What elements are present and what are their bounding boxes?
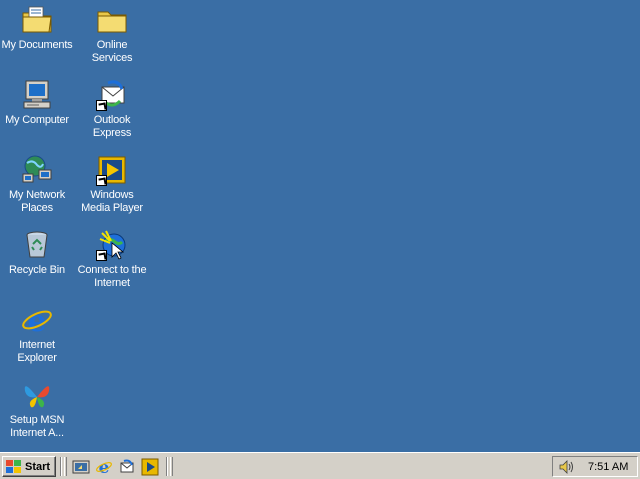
- desktop-icon-connect-internet[interactable]: Connect to the Internet: [75, 227, 149, 297]
- desktop-icon-internet-explorer[interactable]: e Internet Explorer: [0, 302, 74, 372]
- desktop-icon-label: My Computer: [5, 114, 69, 126]
- desktop-icon-my-network-places[interactable]: My Network Places: [0, 152, 74, 222]
- recycle-bin-icon: [21, 229, 53, 261]
- msn-butterfly-icon: [21, 379, 53, 411]
- desktop-icon-label: Outlook Express: [92, 114, 132, 139]
- media-player-icon[interactable]: [141, 458, 159, 476]
- outlook-express-icon[interactable]: [118, 458, 136, 476]
- connect-internet-icon: [96, 229, 128, 261]
- taskbar-separator: [60, 457, 62, 476]
- taskbar-separator: [166, 457, 168, 476]
- svg-text:e: e: [27, 304, 46, 336]
- desktop-icon-label: Recycle Bin: [9, 264, 65, 276]
- desktop[interactable]: My Documents My Computer My Network Plac…: [0, 0, 640, 452]
- my-documents-icon: [21, 4, 53, 36]
- start-label: Start: [25, 460, 51, 473]
- desktop-icon-my-computer[interactable]: My Computer: [0, 77, 74, 147]
- shortcut-arrow-icon: [96, 250, 107, 261]
- show-desktop-icon[interactable]: [72, 458, 90, 476]
- folder-icon: [96, 4, 128, 36]
- clock[interactable]: 7:51 AM: [588, 461, 628, 473]
- desktop-icon-label: Internet Explorer: [17, 339, 57, 364]
- desktop-icon-recycle-bin[interactable]: Recycle Bin: [0, 227, 74, 297]
- desktop-icon-online-services[interactable]: Online Services: [75, 2, 149, 72]
- media-player-icon: [96, 154, 128, 186]
- network-places-icon: [21, 154, 53, 186]
- outlook-express-icon: [96, 79, 128, 111]
- svg-text:e: e: [99, 458, 110, 476]
- desktop-icon-label: Online Services: [91, 39, 133, 64]
- shortcut-arrow-icon: [96, 175, 107, 186]
- desktop-icon-label: My Network Places: [8, 189, 66, 214]
- start-button[interactable]: Start: [2, 456, 56, 477]
- desktop-icon-label: Connect to the Internet: [77, 264, 147, 289]
- shortcut-arrow-icon: [96, 100, 107, 111]
- desktop-icon-windows-media-player[interactable]: Windows Media Player: [75, 152, 149, 222]
- speaker-icon[interactable]: [558, 459, 574, 475]
- internet-explorer-icon: e: [21, 304, 53, 336]
- my-computer-icon: [21, 79, 53, 111]
- quick-launch-grip[interactable]: [64, 457, 67, 476]
- desktop-icon-outlook-express[interactable]: Outlook Express: [75, 77, 149, 147]
- desktop-icon-my-documents[interactable]: My Documents: [0, 2, 74, 72]
- internet-explorer-icon[interactable]: e: [95, 458, 113, 476]
- desktop-icon-label: Windows Media Player: [81, 189, 143, 214]
- task-area-grip[interactable]: [170, 457, 173, 476]
- desktop-icon-setup-msn[interactable]: Setup MSN Internet A...: [0, 377, 74, 447]
- system-tray: 7:51 AM: [552, 456, 638, 477]
- taskbar: Start e 7:51 AM: [0, 452, 640, 479]
- desktop-icon-label: Setup MSN Internet A...: [9, 414, 65, 439]
- desktop-icon-label: My Documents: [1, 39, 73, 51]
- windows-logo-icon: [6, 459, 22, 474]
